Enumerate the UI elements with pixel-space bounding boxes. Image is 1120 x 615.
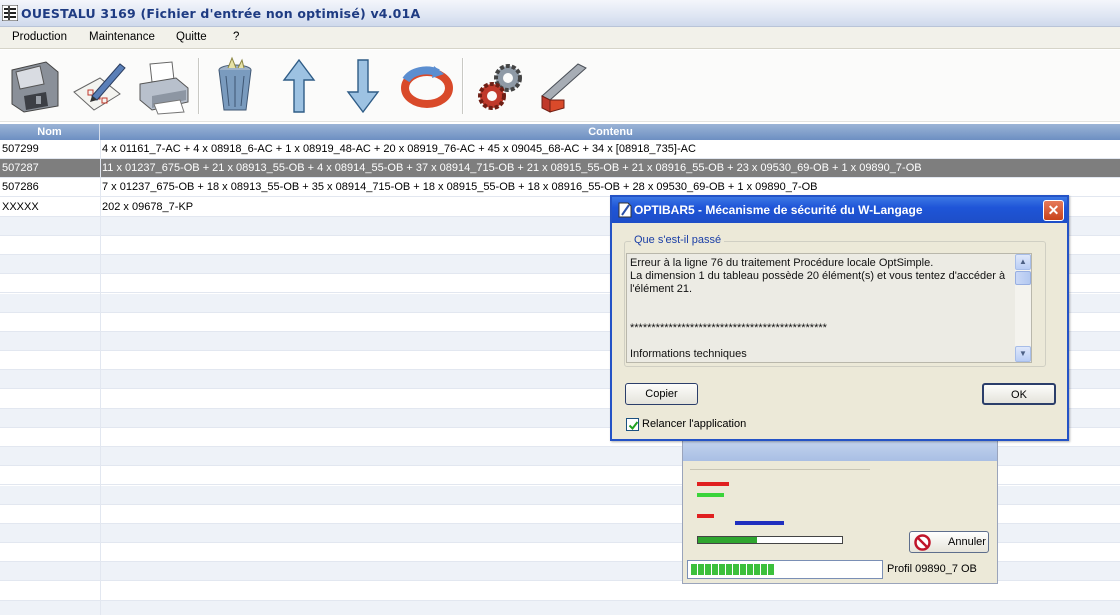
progress-bar-fill (698, 537, 758, 543)
error-message-box[interactable]: Erreur à la ligne 76 du traitement Procé… (626, 253, 1032, 363)
menu-bar: Production Maintenance Quitte ? (0, 27, 1120, 49)
error-dialog: OPTIBAR5 - Mécanisme de sécurité du W-La… (610, 195, 1069, 441)
profile-cut-icon (541, 63, 587, 113)
cell-contenu: 7 x 01237_675-OB + 18 x 08913_55-OB + 35… (102, 181, 818, 193)
dialog-title-bar: OPTIBAR5 - Mécanisme de sécurité du W-La… (612, 197, 1067, 223)
progress-segment (691, 564, 697, 575)
printer-icon (139, 61, 189, 115)
restart-checkbox[interactable] (626, 418, 639, 431)
column-divider (100, 140, 101, 615)
settings-button[interactable] (470, 56, 528, 116)
message-line: l'élément 21. (630, 283, 693, 295)
dialog-title: OPTIBAR5 - Mécanisme de sécurité du W-La… (634, 203, 923, 217)
table-header: Nom Contenu (0, 124, 1120, 140)
empty-table-row[interactable] (0, 601, 1120, 615)
cancel-button[interactable]: Annuler (909, 531, 989, 553)
status-bar-red-small (697, 514, 714, 518)
app-icon[interactable] (2, 5, 18, 21)
scroll-thumb[interactable] (1015, 271, 1031, 285)
message-line: ****************************************… (630, 322, 827, 334)
progress-segment (698, 564, 704, 575)
menu-maintenance[interactable]: Maintenance (89, 31, 155, 43)
scroll-down-arrow-icon[interactable]: ▼ (1015, 346, 1031, 362)
print-button[interactable] (134, 56, 192, 116)
toolbar-separator (462, 58, 464, 114)
table-row[interactable]: 507299 4 x 01161_7-AC + 4 x 08918_6-AC + … (0, 140, 1120, 159)
trash-can-icon (218, 56, 252, 111)
cell-contenu: 4 x 01161_7-AC + 4 x 08918_6-AC + 1 x 08… (102, 143, 696, 155)
cell-contenu: 11 x 01237_675-OB + 21 x 08913_55-OB + 4… (102, 162, 922, 174)
ok-button[interactable]: OK (982, 383, 1056, 405)
scroll-up-arrow-icon[interactable]: ▲ (1015, 254, 1031, 270)
move-up-button[interactable] (270, 56, 328, 116)
message-scrollbar[interactable]: ▲ ▼ (1015, 254, 1031, 362)
floppy-disk-icon (11, 61, 59, 113)
column-header-contenu[interactable]: Contenu (101, 124, 1120, 140)
save-button[interactable] (6, 56, 64, 116)
window-title: OUESTALU 3169 (Fichier d'entrée non opti… (21, 6, 421, 21)
toolbar-separator (198, 58, 200, 114)
progress-window: Annuler Profil 09890_7 OB (682, 438, 998, 584)
progress-segment (740, 564, 746, 575)
cell-nom: 507287 (2, 162, 39, 174)
window-title-bar: OUESTALU 3169 (Fichier d'entrée non opti… (0, 0, 1120, 27)
dialog-close-button[interactable]: ✕ (1043, 200, 1064, 221)
table-row[interactable]: 507287 11 x 01237_675-OB + 21 x 08913_55-… (0, 159, 1120, 178)
progress-segment (719, 564, 725, 575)
stop-icon (914, 534, 931, 551)
message-line: Informations techniques (630, 348, 747, 360)
message-line (630, 296, 1010, 309)
progress-segment (733, 564, 739, 575)
empty-table-row[interactable] (0, 582, 1120, 601)
refresh-icon (401, 66, 453, 108)
cell-nom: 507286 (2, 181, 39, 193)
progress-segment (747, 564, 753, 575)
progress-segment (726, 564, 732, 575)
checkmark-icon (628, 421, 639, 431)
segmented-progress-bar (687, 560, 883, 579)
cell-nom: XXXXX (2, 201, 39, 213)
arrow-up-icon (282, 58, 316, 113)
menu-quitte[interactable]: Quitte (176, 31, 207, 43)
status-bar-red (697, 482, 729, 486)
message-line (630, 309, 1010, 322)
profile-button[interactable] (534, 56, 592, 116)
column-header-nom[interactable]: Nom (0, 124, 100, 140)
gears-icon (478, 64, 522, 110)
progress-window-header (683, 439, 997, 461)
progress-segment (705, 564, 711, 575)
message-line (630, 335, 1010, 348)
arrow-down-icon (346, 59, 380, 114)
checklist-pen-icon (73, 63, 126, 111)
cancel-button-label: Annuler (948, 536, 986, 548)
toolbar (0, 50, 1120, 122)
refresh-button[interactable] (398, 56, 456, 116)
status-bar-green (697, 493, 724, 497)
group-label: Que s'est-il passé (631, 234, 725, 246)
close-icon: ✕ (1047, 202, 1060, 218)
dialog-app-icon (618, 202, 632, 218)
move-down-button[interactable] (334, 56, 392, 116)
progress-segment (761, 564, 767, 575)
profile-status-label: Profil 09890_7 OB (887, 563, 977, 575)
delete-button[interactable] (206, 56, 264, 116)
menu-production[interactable]: Production (12, 31, 67, 43)
progress-segment (754, 564, 760, 575)
cell-nom: 507299 (2, 143, 39, 155)
error-message-text: Erreur à la ligne 76 du traitement Procé… (630, 257, 1010, 361)
status-bar-blue (735, 521, 784, 525)
restart-checkbox-label[interactable]: Relancer l'application (642, 418, 746, 430)
progress-bar (697, 536, 843, 544)
copy-button[interactable]: Copier (625, 383, 698, 405)
message-line: La dimension 1 du tableau possède 20 élé… (630, 270, 1006, 282)
checklist-button[interactable] (70, 56, 128, 116)
progress-segment (768, 564, 774, 575)
message-line: Erreur à la ligne 76 du traitement Procé… (630, 257, 934, 269)
progress-segment (712, 564, 718, 575)
menu-help[interactable]: ? (233, 31, 239, 43)
